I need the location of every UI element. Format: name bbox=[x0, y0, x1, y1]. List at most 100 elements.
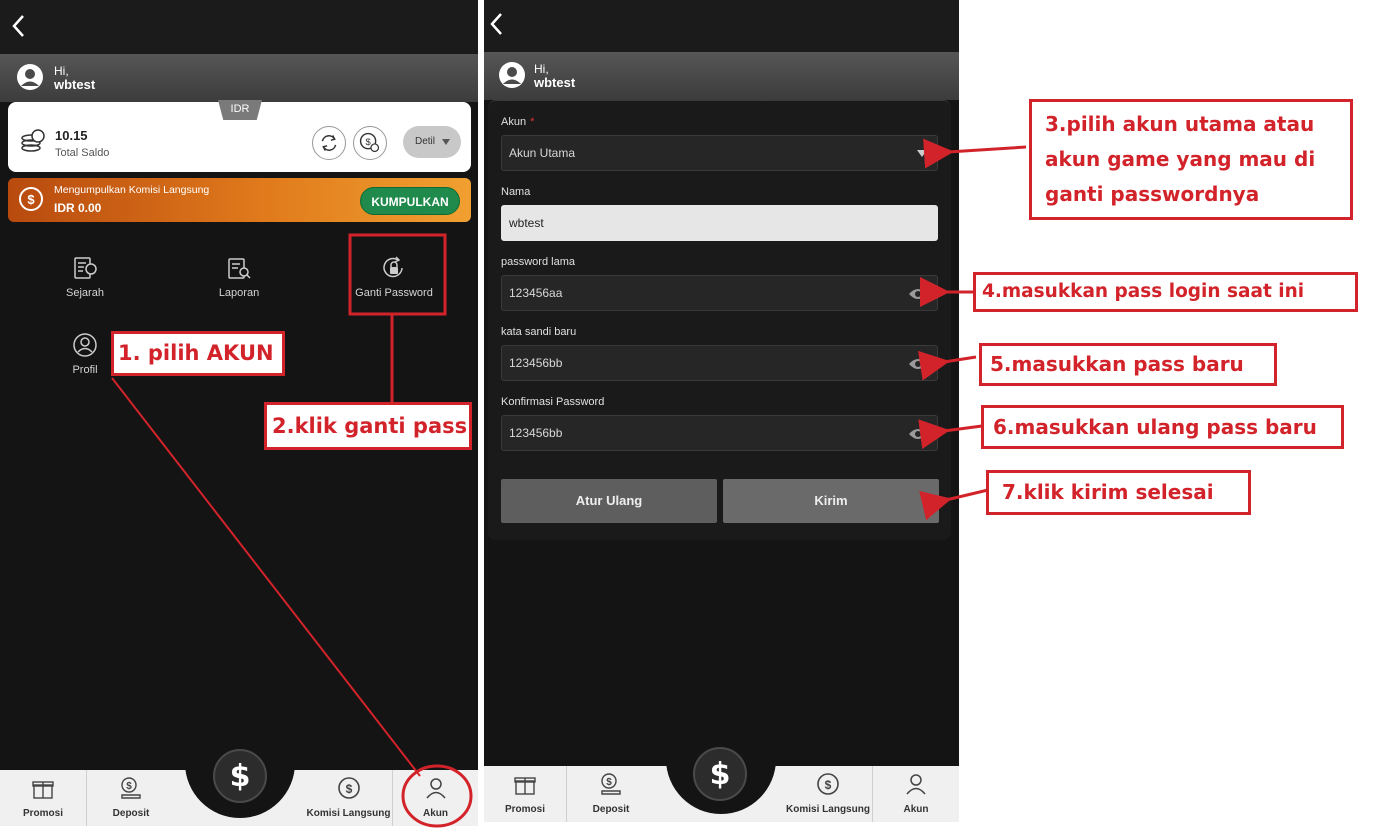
user-nav-icon bbox=[425, 778, 446, 799]
annotation-step3-line2: akun game yang mau di bbox=[1045, 147, 1316, 171]
dollar-icon: $ bbox=[229, 759, 251, 794]
svg-text:$: $ bbox=[27, 192, 35, 207]
balance-amount: 10.15 bbox=[55, 128, 88, 143]
username-text: wbtest bbox=[534, 75, 576, 90]
center-dollar-button[interactable]: $ bbox=[693, 747, 747, 801]
svg-text:$: $ bbox=[126, 781, 132, 792]
reset-button[interactable]: Atur Ulang bbox=[501, 479, 717, 523]
user-header: Hi, wbtest bbox=[484, 52, 959, 100]
nav-deposit[interactable]: $ Deposit bbox=[567, 766, 655, 822]
new-password-label: kata sandi baru bbox=[501, 326, 577, 338]
nav-promosi-label: Promosi bbox=[504, 804, 545, 815]
nav-deposit[interactable]: $ Deposit bbox=[87, 770, 175, 826]
annotation-step3-line1: 3.pilih akun utama atau bbox=[1045, 112, 1315, 136]
required-marker: * bbox=[530, 116, 535, 128]
dollar-icon: $ bbox=[709, 757, 731, 792]
nav-promosi-label: Promosi bbox=[22, 808, 63, 819]
eye-icon[interactable] bbox=[908, 287, 928, 301]
nav-komisi-label: Komisi Langsung bbox=[306, 808, 391, 819]
annotation-step1: 1. pilih AKUN bbox=[111, 331, 285, 376]
nav-deposit-label: Deposit bbox=[592, 804, 630, 815]
report-icon bbox=[228, 258, 251, 279]
currency-tab: IDR bbox=[218, 100, 262, 120]
nav-komisi[interactable]: $ Komisi Langsung bbox=[784, 766, 872, 822]
menu-ganti-password-label: Ganti Password bbox=[355, 287, 433, 299]
svg-text:$: $ bbox=[366, 136, 372, 147]
detail-dropdown-button[interactable]: Detil bbox=[403, 126, 461, 158]
nama-field: wbtest bbox=[501, 205, 938, 241]
old-password-value: 123456aa bbox=[509, 286, 563, 300]
menu-sejarah[interactable]: Sejarah bbox=[35, 255, 135, 299]
balance-card: IDR 10.15 Total Saldo $ Detil bbox=[8, 100, 471, 172]
commission-amount: IDR 0.00 bbox=[54, 201, 102, 215]
commission-nav-icon: $ bbox=[337, 777, 360, 799]
commission-bar: $ Mengumpulkan Komisi Langsung IDR 0.00 … bbox=[8, 178, 471, 222]
annotation-step4: 4.masukkan pass login saat ini bbox=[973, 272, 1358, 312]
greeting-text: Hi, bbox=[54, 64, 69, 78]
annotation-step3: 3.pilih akun utama atau akun game yang m… bbox=[1029, 99, 1353, 220]
nav-promosi[interactable]: Promosi bbox=[0, 770, 86, 826]
greeting-text: Hi, bbox=[534, 62, 549, 76]
old-password-input[interactable]: 123456aa bbox=[501, 275, 938, 311]
nav-akun-label: Akun bbox=[423, 808, 448, 819]
menu-laporan-label: Laporan bbox=[218, 287, 260, 299]
dollar-transfer-icon: $ bbox=[359, 132, 380, 153]
nav-komisi[interactable]: $ Komisi Langsung bbox=[305, 770, 392, 826]
nav-promosi[interactable]: Promosi bbox=[484, 766, 566, 822]
svg-text:$: $ bbox=[345, 782, 352, 796]
history-icon bbox=[74, 257, 97, 279]
user-nav-icon bbox=[906, 774, 926, 795]
deposit-icon: $ bbox=[601, 773, 621, 795]
akun-field-label: Akun * bbox=[501, 116, 534, 128]
profile-icon bbox=[73, 333, 97, 357]
commission-icon: $ bbox=[19, 187, 43, 211]
back-arrow-icon[interactable] bbox=[8, 12, 30, 40]
refresh-icon bbox=[321, 135, 337, 151]
menu-laporan[interactable]: Laporan bbox=[189, 255, 289, 299]
chevron-down-icon bbox=[442, 139, 450, 145]
menu-ganti-password[interactable]: Ganti Password bbox=[344, 255, 444, 299]
top-bar bbox=[484, 0, 959, 52]
gift-icon bbox=[32, 781, 54, 799]
nav-komisi-label: Komisi Langsung bbox=[786, 804, 870, 815]
confirm-password-label: Konfirmasi Password bbox=[501, 396, 605, 408]
deposit-icon: $ bbox=[121, 777, 141, 799]
back-arrow-icon[interactable] bbox=[486, 10, 508, 38]
new-password-value: 123456bb bbox=[509, 356, 563, 370]
username-text: wbtest bbox=[54, 77, 96, 92]
balance-label: Total Saldo bbox=[55, 147, 110, 159]
akun-select-value: Akun Utama bbox=[509, 146, 576, 160]
nav-akun-label: Akun bbox=[903, 804, 929, 815]
nav-akun[interactable]: Akun bbox=[873, 766, 959, 822]
eye-icon[interactable] bbox=[908, 357, 928, 371]
dropdown-arrow-icon bbox=[917, 150, 927, 157]
annotation-step2: 2.klik ganti pass bbox=[264, 402, 472, 450]
svg-text:$: $ bbox=[606, 777, 612, 788]
commission-label: Mengumpulkan Komisi Langsung bbox=[54, 184, 210, 196]
gift-icon bbox=[514, 777, 536, 795]
annotation-step5: 5.masukkan pass baru bbox=[979, 343, 1277, 386]
confirm-password-input[interactable]: 123456bb bbox=[501, 415, 938, 451]
annotation-step6: 6.masukkan ulang pass baru bbox=[981, 405, 1344, 449]
screenshot-canvas: Hi, wbtest IDR 10.15 Total Saldo $ Detil… bbox=[0, 0, 1381, 839]
annotation-step7: 7.klik kirim selesai bbox=[986, 470, 1251, 515]
akun-label-text: Akun bbox=[501, 116, 527, 128]
nav-akun[interactable]: Akun bbox=[393, 770, 478, 826]
refresh-button[interactable] bbox=[312, 126, 346, 160]
eye-icon[interactable] bbox=[908, 427, 928, 441]
coins-icon bbox=[21, 129, 45, 152]
annotation-step3-line3: ganti passwordnya bbox=[1045, 182, 1260, 206]
center-dollar-button[interactable]: $ bbox=[213, 749, 267, 803]
menu-sejarah-label: Sejarah bbox=[66, 287, 104, 299]
nama-field-label: Nama bbox=[501, 186, 531, 198]
confirm-password-value: 123456bb bbox=[509, 426, 563, 440]
top-bar bbox=[0, 0, 478, 54]
new-password-input[interactable]: 123456bb bbox=[501, 345, 938, 381]
transfer-button[interactable]: $ bbox=[353, 126, 387, 160]
user-header: Hi, wbtest bbox=[0, 54, 478, 102]
nav-deposit-label: Deposit bbox=[112, 808, 150, 819]
akun-select[interactable]: Akun Utama bbox=[501, 135, 938, 171]
submit-button[interactable]: Kirim bbox=[723, 479, 939, 523]
collect-commission-button[interactable]: KUMPULKAN bbox=[360, 187, 460, 215]
user-avatar-icon bbox=[17, 64, 43, 90]
